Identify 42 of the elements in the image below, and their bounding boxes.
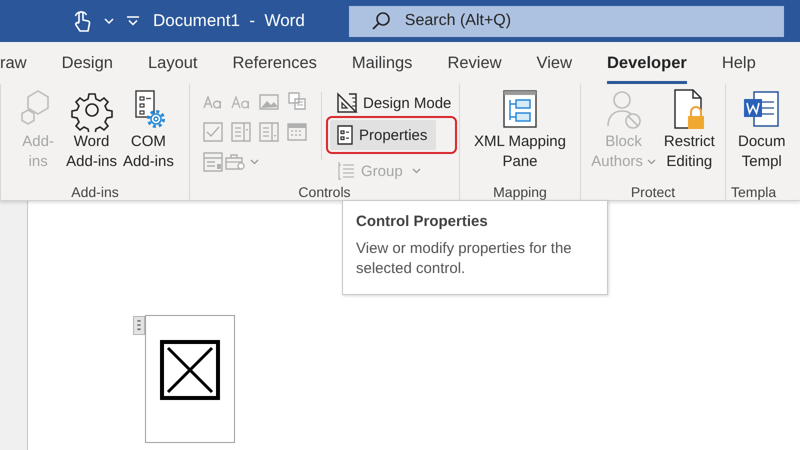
group-icon [336, 160, 356, 182]
ribbon-button[interactable]: Restrict Editing [662, 88, 717, 178]
tooltip-description: View or modify properties for the selected control. [356, 239, 573, 279]
chevron-down-icon [250, 159, 258, 165]
ribbon-tab[interactable]: Help [722, 42, 756, 84]
ribbon-button[interactable]: Word Add-ins [64, 88, 119, 178]
group-label: Add-ins [70, 184, 120, 200]
ribbon-button[interactable]: Docum Templ [736, 88, 788, 178]
ribbon-tab[interactable]: Layout [148, 42, 198, 84]
chevron-down-icon [412, 168, 421, 174]
ribbon-button[interactable]: Design Mode [330, 90, 458, 116]
group-label: Controls [297, 184, 352, 200]
picture-placeholder-icon [160, 340, 220, 400]
chevron-down-icon [646, 159, 656, 166]
customize-toolbar-icon[interactable] [126, 16, 140, 26]
legacy-form-icon[interactable] [202, 151, 224, 173]
dropdown-list-icon[interactable] [258, 121, 280, 143]
ribbon-button[interactable]: Properties [330, 120, 436, 150]
picture-content-control[interactable] [145, 315, 235, 443]
triangle-ruler-icon [336, 92, 358, 114]
ribbon-tab[interactable]: raw [0, 42, 27, 84]
search-icon [370, 11, 391, 31]
ribbon-tab[interactable]: Review [447, 42, 502, 84]
group-label: Protect [630, 184, 676, 200]
properties-list-icon [336, 124, 354, 146]
checkbox-icon[interactable] [202, 121, 224, 143]
window-title: Document1 - Word [153, 10, 305, 32]
ribbon-tab[interactable]: View [536, 42, 572, 84]
ribbon-button[interactable]: COM Add-ins [121, 88, 176, 178]
ribbon-tab[interactable]: Mailings [352, 42, 412, 84]
group-label: Mapping [492, 184, 548, 200]
chevron-down-icon[interactable] [104, 18, 114, 24]
ribbon-button[interactable]: XML Mapping Pane [472, 88, 568, 178]
search-field[interactable]: Search (Alt+Q) [348, 6, 784, 36]
combo-box-icon[interactable] [230, 121, 252, 143]
calendar-icon[interactable] [286, 121, 308, 143]
touch-mode-icon[interactable] [72, 9, 92, 33]
drag-handle-icon[interactable] [133, 316, 145, 335]
tooltip-title: Control Properties [356, 213, 489, 230]
ribbon-tab[interactable]: References [232, 42, 317, 84]
group-label: Templa [730, 184, 778, 200]
ribbon-tab[interactable]: Design [62, 42, 113, 84]
